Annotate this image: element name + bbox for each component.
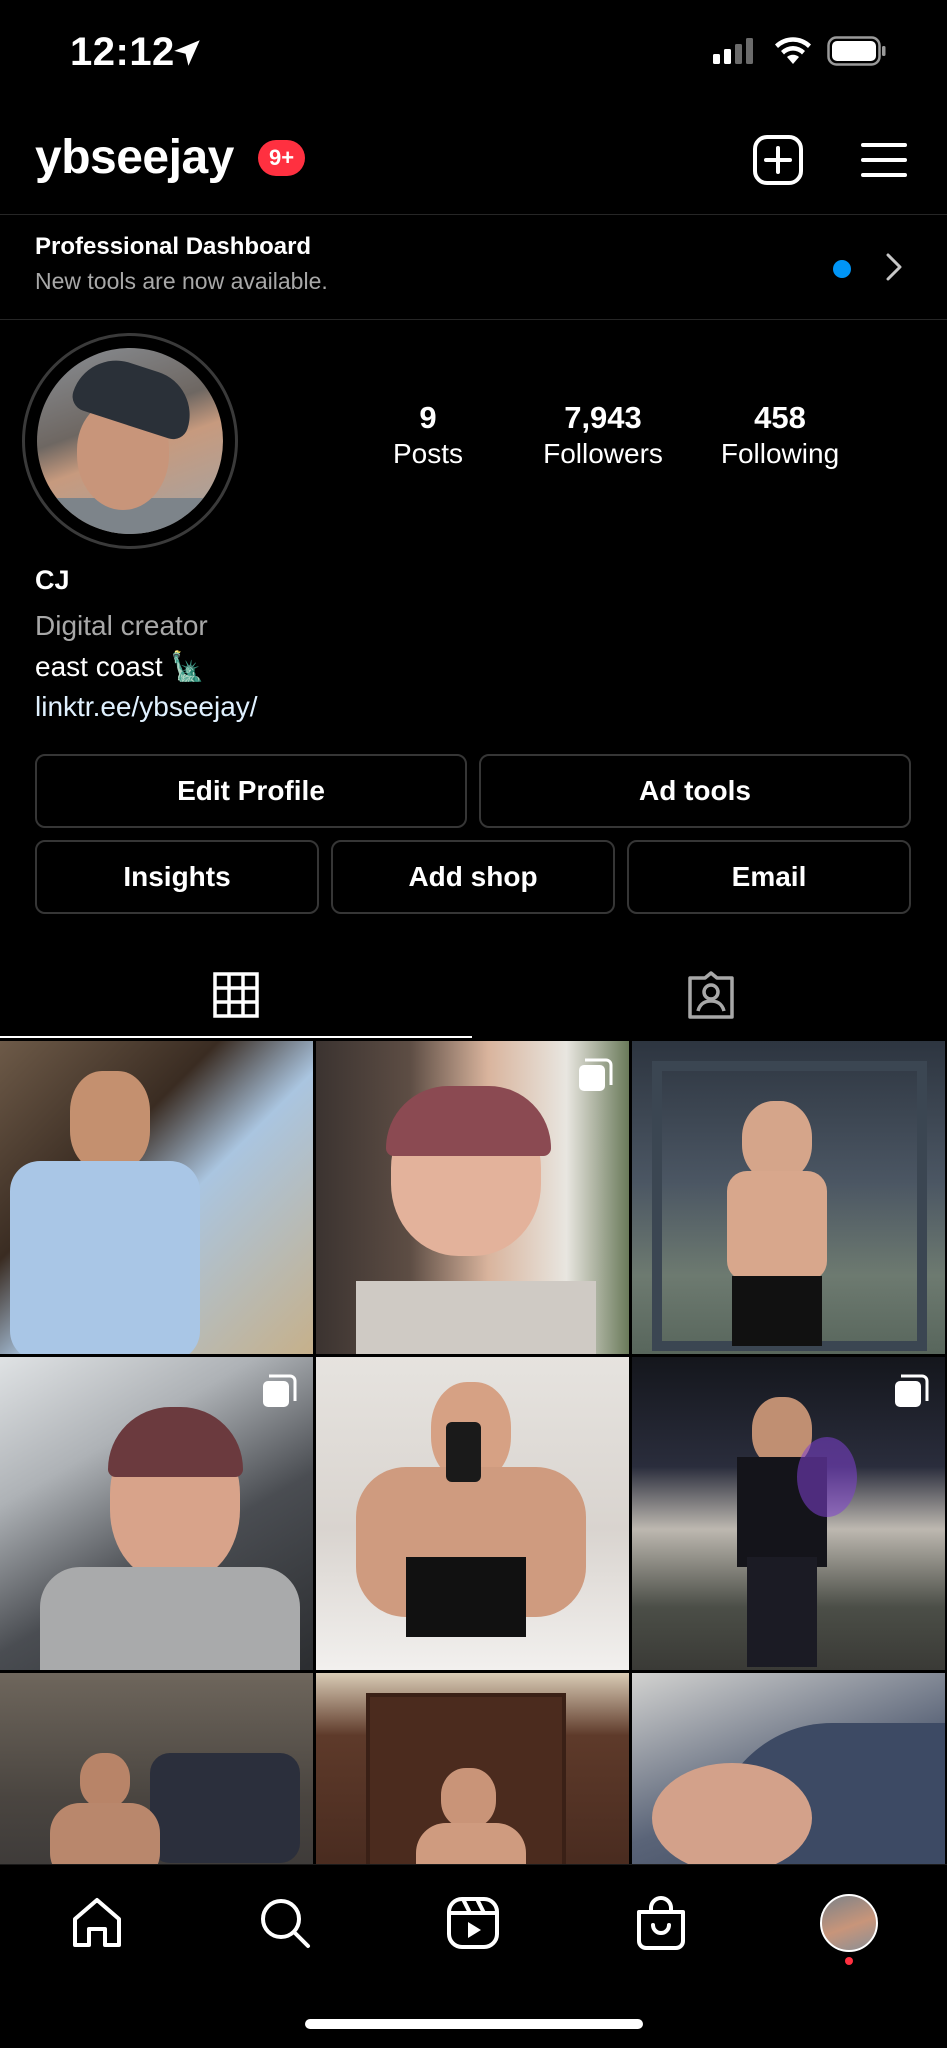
post-thumbnail[interactable] [316,1673,629,1864]
post-thumbnail[interactable] [632,1357,945,1670]
dashboard-title: Professional Dashboard [35,233,312,260]
hamburger-menu-icon [861,143,907,177]
profile-bio: CJ Digital creator east coast 🗽 linktr.e… [35,565,258,723]
status-time: 12:12 [70,30,175,74]
category-label: Digital creator [35,610,208,641]
nav-shop[interactable] [628,1890,694,1956]
multiple-photos-icon [895,1374,929,1407]
stat-label: Posts [392,438,464,469]
notification-badge[interactable]: 9+ [258,140,306,176]
professional-dashboard-banner[interactable]: Professional Dashboard New tools are now… [0,214,947,320]
status-indicators [713,36,887,66]
new-indicator-dot [833,260,851,278]
stat-value: 9 [419,400,437,435]
location-arrow-icon [174,40,200,66]
profile-header: ybseejay 9+ [0,120,947,200]
edit-profile-button[interactable]: Edit Profile [35,754,467,828]
post-thumbnail[interactable] [0,1357,313,1670]
reels-icon [447,1897,499,1949]
post-thumbnail[interactable] [632,1673,945,1864]
search-icon [261,1899,310,1948]
dashboard-subtitle: New tools are now available. [35,268,328,294]
active-tab-indicator [0,1036,472,1038]
ad-tools-button[interactable]: Ad tools [479,754,911,828]
nav-reels[interactable] [440,1890,506,1956]
stat-following[interactable]: 458 Following [695,400,865,470]
home-icon [73,1898,121,1947]
post-thumbnail[interactable] [0,1673,313,1864]
post-thumbnail[interactable] [0,1041,313,1354]
stat-label: Following [720,438,840,469]
tagged-person-icon [688,971,734,1019]
nav-home[interactable] [64,1890,130,1956]
stat-label: Followers [543,438,663,469]
profile-avatar[interactable] [22,333,238,549]
post-thumbnail[interactable] [316,1357,629,1670]
nav-search[interactable] [252,1890,318,1956]
wifi-icon [775,37,811,64]
status-bar: 12:12 [0,0,947,106]
add-shop-button[interactable]: Add shop [331,840,615,914]
post-thumbnail[interactable] [316,1041,629,1354]
signal-icon [713,38,753,64]
email-button[interactable]: Email [627,840,911,914]
multiple-photos-icon [263,1374,297,1407]
tab-posts-grid[interactable] [0,950,472,1040]
home-indicator[interactable] [305,2019,643,2029]
profile-avatar-small [820,1894,878,1952]
shop-icon [637,1896,685,1950]
stat-followers[interactable]: 7,943 Followers [518,400,688,470]
avatar-photo [37,348,223,534]
display-name: CJ [35,565,70,595]
username-switcher[interactable]: ybseejay [35,130,234,185]
menu-button[interactable] [856,132,912,188]
battery-icon [827,36,886,66]
bio-link[interactable]: linktr.ee/ybseejay/ [35,691,258,723]
plus-square-icon [753,135,803,185]
stat-value: 7,943 [564,400,642,435]
bio-text: east coast 🗽 [35,651,206,682]
stat-posts[interactable]: 9 Posts [343,400,513,470]
tab-tagged[interactable] [475,950,947,1040]
nav-profile[interactable] [816,1890,882,1956]
insights-button[interactable]: Insights [35,840,319,914]
activity-dot [845,1957,853,1965]
posts-grid [0,1041,947,1864]
multiple-photos-icon [579,1058,613,1091]
stat-value: 458 [754,400,806,435]
profile-tabs [0,950,947,1040]
grid-icon [213,972,259,1018]
profile-stats: 9 Posts 7,943 Followers 458 Following [370,400,870,480]
post-thumbnail[interactable] [632,1041,945,1354]
create-button[interactable] [750,132,806,188]
chevron-right-icon [886,253,902,281]
